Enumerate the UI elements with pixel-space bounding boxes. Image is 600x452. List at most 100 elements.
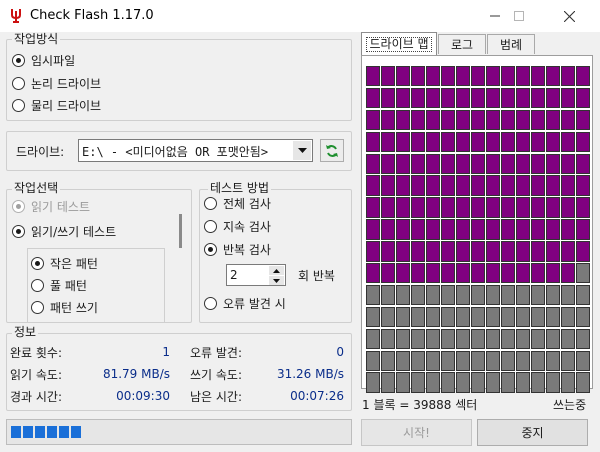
pattern-write-radio[interactable]: 패턴 쓰기 [31, 298, 98, 316]
map-block-written [471, 131, 485, 153]
remaining-label: 남은 시간: [190, 389, 243, 404]
map-block-pending [366, 350, 380, 371]
map-block-pending [471, 306, 485, 328]
drive-dropdown-button[interactable] [293, 141, 311, 160]
mode-logical-drive-radio[interactable]: 논리 드라이브 [12, 74, 101, 92]
radio-disabled-icon [12, 199, 25, 213]
map-block-pending [366, 328, 380, 350]
tab-log[interactable]: 로그 [438, 34, 486, 54]
map-block-pending [576, 328, 590, 350]
scrollbar-thumb[interactable] [179, 214, 182, 248]
pattern-small-label: 작은 패턴 [50, 256, 98, 271]
map-block-pending [486, 284, 500, 306]
repeat-check-label: 반복 검사 [223, 242, 271, 257]
read-write-test-radio[interactable]: 읽기/쓰기 테스트 [12, 222, 116, 240]
map-block-pending [426, 284, 440, 306]
until-error-radio[interactable]: 오류 발견 시 [204, 294, 286, 312]
start-button[interactable]: 시작! [361, 419, 472, 446]
map-block-written [471, 109, 485, 131]
map-block-pending [366, 306, 380, 328]
tab-drive-map[interactable]: 드라이브 맵 [361, 32, 437, 55]
full-check-radio[interactable]: 전체 검사 [204, 194, 271, 212]
write-speed-label: 쓰기 속도: [190, 367, 243, 382]
map-block-written [501, 109, 515, 131]
map-block-written [411, 66, 425, 87]
test-method-legend: 테스트 방법 [208, 181, 272, 195]
map-block-pending [381, 306, 395, 328]
map-block-written [516, 66, 530, 87]
map-block-pending [516, 350, 530, 371]
map-block-pending [576, 284, 590, 306]
window-title: Check Flash 1.17.0 [30, 8, 154, 23]
repeat-count-spinner[interactable]: 2 [226, 264, 286, 286]
map-block-pending [546, 328, 560, 350]
spinner-up-button[interactable] [269, 266, 284, 275]
close-button[interactable] [546, 0, 592, 32]
map-block-pending [396, 284, 410, 306]
map-block-written [471, 197, 485, 218]
map-block-written [546, 175, 560, 196]
continuous-check-label: 지속 검사 [223, 219, 271, 234]
map-block-written [441, 241, 455, 262]
map-block-written [366, 66, 380, 87]
tab-legend-label: 범례 [499, 38, 523, 52]
remaining-value: 00:07:26 [290, 389, 344, 403]
radio-icon [31, 300, 44, 314]
pattern-small-radio[interactable]: 작은 패턴 [31, 254, 98, 272]
map-block-pending [456, 372, 470, 393]
map-block-pending [426, 372, 440, 393]
map-block-pending [561, 306, 575, 328]
map-block-written [546, 241, 560, 262]
map-block-pending [501, 328, 515, 350]
map-block-pending [456, 328, 470, 350]
map-block-written [486, 153, 500, 174]
stop-button[interactable]: 중지 [477, 419, 588, 446]
read-speed-label: 읽기 속도: [10, 367, 63, 382]
map-block-written [411, 263, 425, 284]
map-block-pending [576, 306, 590, 328]
map-block-written [546, 197, 560, 218]
map-block-written [396, 175, 410, 196]
map-block-written [546, 109, 560, 131]
maximize-button[interactable] [496, 0, 542, 32]
mode-temp-file-radio[interactable]: 임시파일 [12, 51, 75, 69]
pattern-full-radio[interactable]: 풀 패턴 [31, 276, 87, 294]
map-block-written [366, 153, 380, 174]
spinner-down-button[interactable] [269, 276, 284, 285]
map-block-pending [531, 372, 545, 393]
errors-value: 0 [336, 345, 344, 359]
action-scrollbar[interactable] [174, 210, 186, 318]
repeat-check-radio[interactable]: 반복 검사 [204, 240, 271, 258]
map-block-pending [411, 328, 425, 350]
map-block-written [561, 87, 575, 109]
map-block-written [396, 153, 410, 174]
map-block-written [561, 66, 575, 87]
map-block-pending [441, 350, 455, 371]
map-block-written [441, 263, 455, 284]
read-test-radio[interactable]: 읽기 테스트 [12, 197, 90, 215]
drive-select[interactable]: E:\ - <미디어없음 OR 포맷안됨> [78, 139, 313, 162]
map-block-written [561, 131, 575, 153]
map-block-pending [366, 372, 380, 393]
continuous-check-radio[interactable]: 지속 검사 [204, 217, 271, 235]
map-block-written [516, 219, 530, 240]
map-block-written [426, 241, 440, 262]
map-block-written [561, 175, 575, 196]
refresh-drives-button[interactable] [320, 139, 344, 162]
progress-segment [47, 426, 57, 438]
map-block-written [381, 197, 395, 218]
map-block-written [366, 197, 380, 218]
mode-physical-drive-radio[interactable]: 물리 드라이브 [12, 96, 101, 114]
tab-legend[interactable]: 범례 [487, 34, 535, 54]
map-block-written [411, 109, 425, 131]
map-block-written [486, 66, 500, 87]
map-block-written [366, 263, 380, 284]
map-block-written [501, 153, 515, 174]
map-block-pending [396, 328, 410, 350]
map-block-written [501, 131, 515, 153]
map-block-pending [426, 350, 440, 371]
radio-icon [204, 196, 217, 210]
map-block-pending [516, 328, 530, 350]
progress-bar [6, 419, 352, 445]
map-block-written [516, 109, 530, 131]
